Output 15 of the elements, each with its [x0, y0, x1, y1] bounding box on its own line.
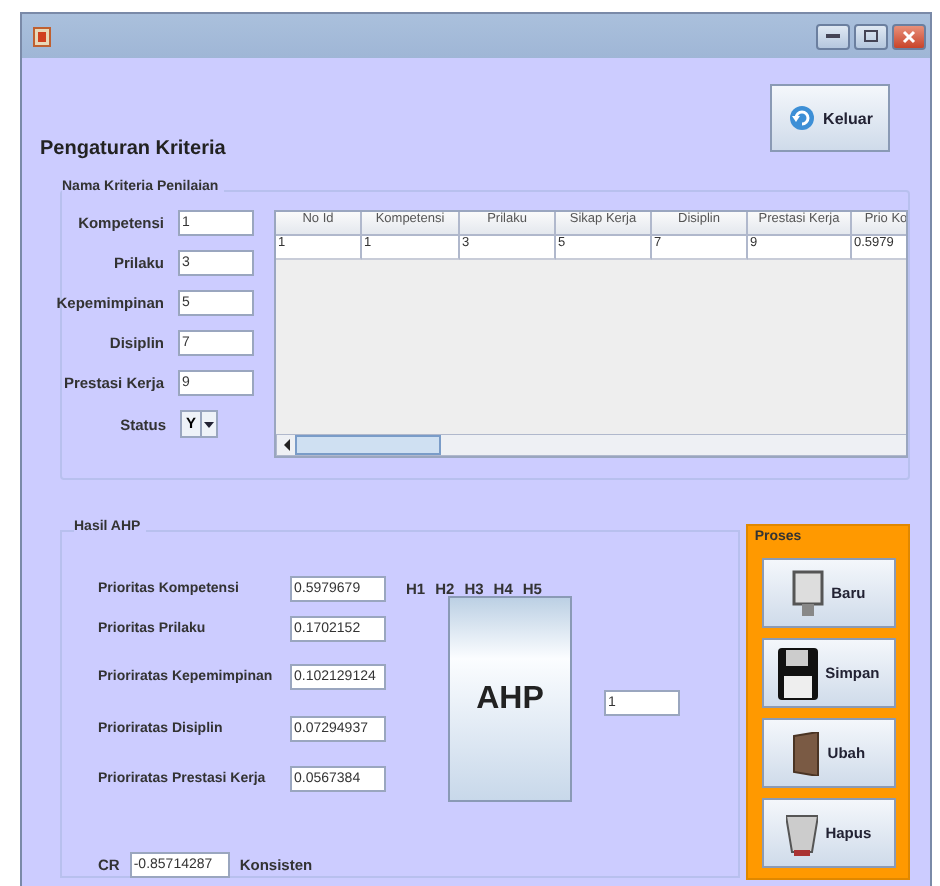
app-icon — [32, 25, 52, 47]
maximize-icon — [864, 30, 878, 42]
minimize-button[interactable] — [816, 23, 850, 49]
door-icon — [791, 731, 820, 775]
dropdown-arrow-icon — [204, 421, 214, 427]
exit-button[interactable]: Keluar — [770, 84, 890, 152]
monitor-icon — [791, 569, 824, 617]
horizontal-scrollbar[interactable] — [276, 434, 906, 456]
page-title: Pengaturan Kriteria — [40, 138, 226, 160]
ahp-button[interactable]: AHP — [448, 596, 572, 802]
close-button[interactable] — [892, 23, 926, 49]
close-icon — [902, 29, 916, 43]
minimize-icon — [826, 33, 840, 39]
maximize-button[interactable] — [854, 23, 888, 49]
trash-can-icon — [785, 811, 818, 855]
